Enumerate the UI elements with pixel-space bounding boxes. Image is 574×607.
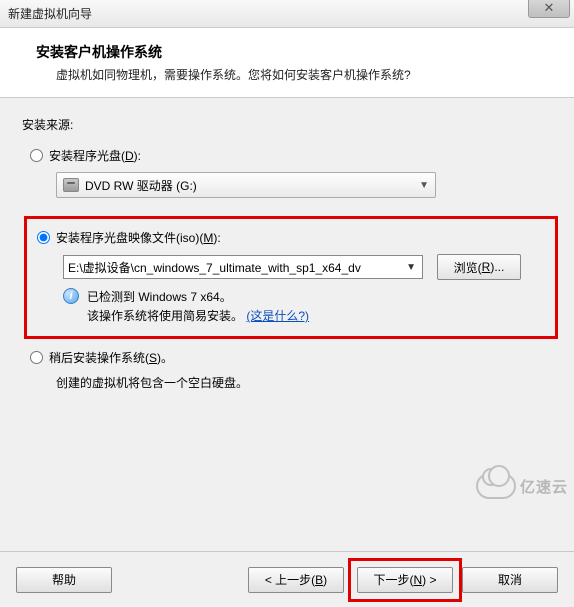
install-source-label: 安装来源: xyxy=(22,116,552,133)
detected-os-text: 已检测到 Windows 7 x64。 该操作系统将使用简易安装。 (这是什么?… xyxy=(87,288,309,326)
wizard-heading: 安装客户机操作系统 xyxy=(36,42,550,62)
iso-path-combobox[interactable]: E:\虚拟设备\cn_windows_7_ultimate_with_sp1_x… xyxy=(63,255,423,279)
wizard-subtitle: 虚拟机如同物理机，需要操作系统。您将如何安装客户机操作系统? xyxy=(56,66,550,83)
chevron-down-icon[interactable]: ▼ xyxy=(404,262,418,273)
window-close-button[interactable]: ✕ xyxy=(528,0,570,18)
option-iso-highlight: 安装程序光盘映像文件(iso)(M): E:\虚拟设备\cn_windows_7… xyxy=(24,216,558,339)
dvd-drive-icon xyxy=(63,178,79,192)
cancel-button[interactable]: 取消 xyxy=(462,567,558,593)
option-later-desc: 创建的虚拟机将包含一个空白硬盘。 xyxy=(56,374,552,391)
next-button[interactable]: 下一步(N) > xyxy=(357,567,453,593)
detected-os-info: i 已检测到 Windows 7 x64。 该操作系统将使用简易安装。 (这是什… xyxy=(63,288,545,326)
back-button[interactable]: < 上一步(B) xyxy=(248,567,344,593)
option-iso-label[interactable]: 安装程序光盘映像文件(iso)(M): xyxy=(56,229,221,246)
cloud-icon xyxy=(476,473,516,499)
wizard-footer: 帮助 < 上一步(B) 下一步(N) > 取消 xyxy=(0,551,574,607)
install-source-options: 安装程序光盘(D): DVD RW 驱动器 (G:) ▼ 安装程序光盘映像文件(… xyxy=(30,147,552,391)
next-button-highlight: 下一步(N) > xyxy=(348,558,462,602)
option-later-label[interactable]: 稍后安装操作系统(S)。 xyxy=(49,349,173,366)
easy-install-help-link[interactable]: (这是什么?) xyxy=(246,309,309,323)
watermark-text: 亿速云 xyxy=(520,476,568,497)
drive-combobox[interactable]: DVD RW 驱动器 (G:) ▼ xyxy=(56,172,436,198)
option-later-radio[interactable] xyxy=(30,351,43,364)
option-iso-radio[interactable] xyxy=(37,231,50,244)
option-disc-label[interactable]: 安装程序光盘(D): xyxy=(49,147,141,164)
chevron-down-icon: ▼ xyxy=(419,180,429,191)
option-later-row: 稍后安装操作系统(S)。 xyxy=(30,349,552,366)
wizard-body: 安装来源: 安装程序光盘(D): DVD RW 驱动器 (G:) ▼ 安装程序光… xyxy=(0,98,574,401)
drive-combobox-text: DVD RW 驱动器 (G:) xyxy=(85,177,413,194)
titlebar: 新建虚拟机向导 ✕ xyxy=(0,0,574,28)
iso-path-text: E:\虚拟设备\cn_windows_7_ultimate_with_sp1_x… xyxy=(68,259,404,276)
iso-path-row: E:\虚拟设备\cn_windows_7_ultimate_with_sp1_x… xyxy=(63,254,545,280)
option-iso-row: 安装程序光盘映像文件(iso)(M): xyxy=(37,229,545,246)
watermark: 亿速云 xyxy=(476,473,568,499)
wizard-header: 安装客户机操作系统 虚拟机如同物理机，需要操作系统。您将如何安装客户机操作系统? xyxy=(0,28,574,98)
option-disc-row: 安装程序光盘(D): xyxy=(30,147,552,164)
window-title: 新建虚拟机向导 xyxy=(8,5,92,22)
close-icon: ✕ xyxy=(544,0,555,16)
info-icon: i xyxy=(63,288,79,304)
option-disc-radio[interactable] xyxy=(30,149,43,162)
help-button[interactable]: 帮助 xyxy=(16,567,112,593)
browse-button[interactable]: 浏览(R)... xyxy=(437,254,521,280)
